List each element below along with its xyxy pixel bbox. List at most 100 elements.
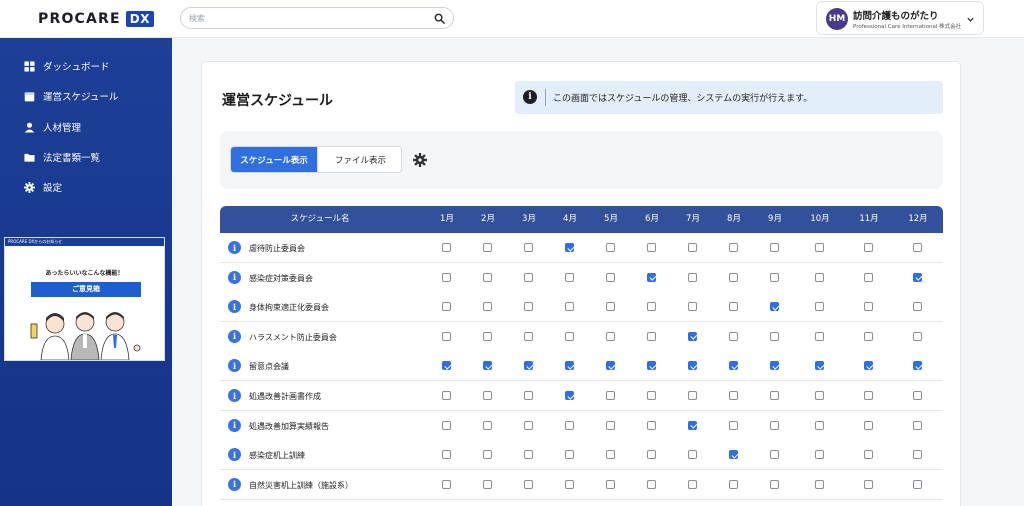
month-checkbox[interactable]	[815, 450, 824, 460]
month-checkbox[interactable]	[729, 361, 738, 371]
month-checkbox[interactable]	[483, 391, 492, 400]
month-checkbox[interactable]	[647, 420, 656, 430]
info-icon[interactable]: i	[228, 389, 241, 402]
month-checkbox[interactable]	[770, 272, 779, 282]
month-checkbox[interactable]	[524, 391, 533, 400]
info-icon[interactable]: i	[228, 329, 241, 343]
month-checkbox[interactable]	[688, 450, 697, 460]
month-checkbox[interactable]	[565, 272, 574, 282]
month-checkbox[interactable]	[729, 331, 738, 341]
user-menu[interactable]: HM 訪問介護ものがたり Professional Care Internati…	[816, 1, 984, 35]
info-icon[interactable]: i	[228, 241, 241, 254]
month-checkbox[interactable]	[729, 479, 738, 489]
month-checkbox[interactable]	[770, 391, 779, 400]
month-checkbox[interactable]	[688, 331, 697, 341]
month-checkbox[interactable]	[729, 302, 738, 312]
month-checkbox[interactable]	[442, 391, 451, 400]
month-checkbox[interactable]	[524, 302, 533, 312]
sidebar-item-settings[interactable]: 設定	[24, 179, 62, 195]
month-checkbox[interactable]	[606, 450, 615, 460]
month-checkbox[interactable]	[688, 391, 697, 400]
month-checkbox[interactable]	[770, 420, 779, 430]
month-checkbox[interactable]	[647, 243, 656, 252]
month-checkbox[interactable]	[647, 272, 656, 282]
info-icon[interactable]: i	[228, 448, 241, 462]
feedback-banner[interactable]: PROCARE DXからのお知らせ あったらいいなこんな機能！ ご意見箱	[4, 237, 165, 361]
month-checkbox[interactable]	[606, 302, 615, 312]
info-icon[interactable]: i	[228, 477, 241, 491]
month-checkbox[interactable]	[565, 243, 574, 252]
search-icon[interactable]	[434, 13, 445, 24]
month-checkbox[interactable]	[442, 243, 451, 252]
month-checkbox[interactable]	[815, 331, 824, 341]
month-checkbox[interactable]	[770, 302, 779, 312]
month-checkbox[interactable]	[442, 272, 451, 282]
month-checkbox[interactable]	[565, 331, 574, 341]
tab-file-view[interactable]: ファイル表示	[317, 147, 401, 172]
month-checkbox[interactable]	[442, 302, 451, 312]
month-checkbox[interactable]	[524, 479, 533, 489]
sidebar-item-schedule[interactable]: 運営スケジュール	[24, 88, 118, 104]
month-checkbox[interactable]	[647, 302, 656, 312]
month-checkbox[interactable]	[815, 243, 824, 252]
search-input[interactable]	[189, 11, 429, 26]
sidebar-item-dashboard[interactable]: ダッシュボード	[24, 58, 110, 74]
month-checkbox[interactable]	[688, 272, 697, 282]
month-checkbox[interactable]	[647, 479, 656, 489]
month-checkbox[interactable]	[770, 479, 779, 489]
month-checkbox[interactable]	[913, 302, 922, 312]
month-checkbox[interactable]	[913, 391, 922, 400]
month-checkbox[interactable]	[524, 272, 533, 282]
month-checkbox[interactable]	[565, 479, 574, 489]
month-checkbox[interactable]	[913, 272, 922, 282]
month-checkbox[interactable]	[864, 302, 873, 312]
sidebar-item-documents[interactable]: 法定書類一覧	[24, 149, 100, 165]
month-checkbox[interactable]	[913, 331, 922, 341]
month-checkbox[interactable]	[647, 391, 656, 400]
month-checkbox[interactable]	[729, 243, 738, 252]
month-checkbox[interactable]	[815, 361, 824, 371]
month-checkbox[interactable]	[442, 479, 451, 489]
month-checkbox[interactable]	[442, 331, 451, 341]
month-checkbox[interactable]	[647, 450, 656, 460]
month-checkbox[interactable]	[913, 420, 922, 430]
month-checkbox[interactable]	[864, 331, 873, 341]
info-icon[interactable]: i	[228, 270, 241, 284]
month-checkbox[interactable]	[864, 243, 873, 252]
month-checkbox[interactable]	[483, 420, 492, 430]
month-checkbox[interactable]	[606, 420, 615, 430]
month-checkbox[interactable]	[729, 272, 738, 282]
feedback-button[interactable]: ご意見箱	[31, 282, 141, 297]
month-checkbox[interactable]	[864, 361, 873, 371]
month-checkbox[interactable]	[483, 331, 492, 341]
tab-schedule-view[interactable]: スケジュール表示	[231, 147, 317, 172]
month-checkbox[interactable]	[647, 331, 656, 341]
month-checkbox[interactable]	[688, 302, 697, 312]
month-checkbox[interactable]	[565, 391, 574, 400]
month-checkbox[interactable]	[815, 420, 824, 430]
month-checkbox[interactable]	[483, 243, 492, 252]
month-checkbox[interactable]	[770, 331, 779, 341]
month-checkbox[interactable]	[483, 450, 492, 460]
month-checkbox[interactable]	[442, 450, 451, 460]
month-checkbox[interactable]	[606, 272, 615, 282]
month-checkbox[interactable]	[647, 361, 656, 371]
month-checkbox[interactable]	[606, 391, 615, 400]
month-checkbox[interactable]	[442, 420, 451, 430]
month-checkbox[interactable]	[565, 420, 574, 430]
month-checkbox[interactable]	[729, 391, 738, 400]
info-icon[interactable]: i	[228, 418, 241, 432]
month-checkbox[interactable]	[770, 361, 779, 371]
month-checkbox[interactable]	[606, 361, 615, 371]
month-checkbox[interactable]	[815, 479, 824, 489]
month-checkbox[interactable]	[483, 361, 492, 371]
month-checkbox[interactable]	[815, 391, 824, 400]
month-checkbox[interactable]	[913, 361, 922, 371]
month-checkbox[interactable]	[729, 420, 738, 430]
month-checkbox[interactable]	[688, 420, 697, 430]
month-checkbox[interactable]	[606, 331, 615, 341]
month-checkbox[interactable]	[913, 479, 922, 489]
month-checkbox[interactable]	[864, 420, 873, 430]
month-checkbox[interactable]	[770, 243, 779, 252]
month-checkbox[interactable]	[815, 272, 824, 282]
